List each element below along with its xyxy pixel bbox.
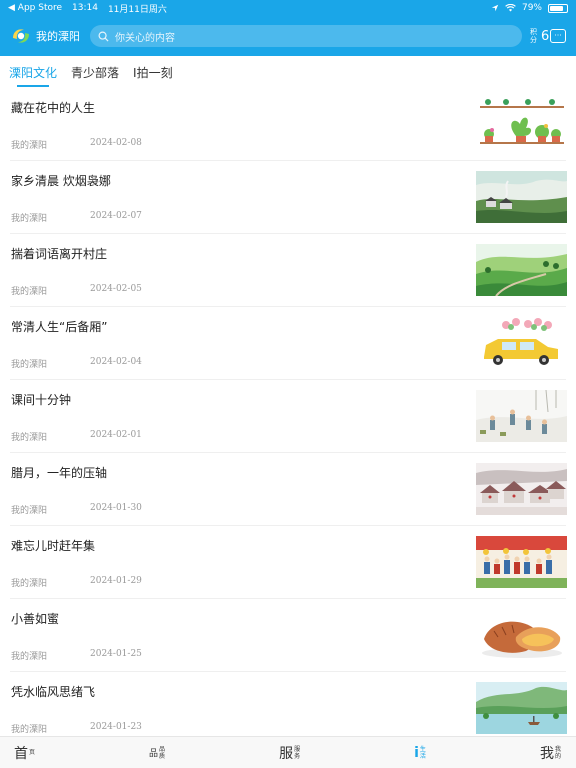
status-bar: ◀ App Store 13:14 11月11日周六 79% [0,0,576,16]
article-thumbnail [476,98,567,150]
article-list: 藏在花中的人生 我的溧阳 2024-02-08 家乡清晨 炊烟袅娜 我的溧阳 2… [0,88,576,745]
tabbar-glyph: 品 [149,749,159,759]
article-title: 藏在花中的人生 [11,101,96,115]
tabbar-label: 服务 [294,745,301,760]
article-date: 2024-01-30 [90,503,142,513]
tab-label: 青少部落 [71,65,120,80]
article-title: 腊月，一年的压轴 [11,466,108,480]
category-tabs: 溧阳文化 青少部落 I拍一刻 [0,56,576,88]
article-item[interactable]: 课间十分钟 我的溧阳 2024-02-01 [10,380,567,453]
article-thumbnail [476,244,567,296]
article-source: 我的溧阳 [11,652,48,662]
battery-percent: 79% [521,3,542,13]
article-item[interactable]: 凭水临风思绪飞 我的溧阳 2024-01-23 [10,672,567,745]
back-to-app-store[interactable]: ◀ App Store [8,3,62,13]
tab-2[interactable]: I拍一刻 [133,56,173,88]
points-label: 积分 [530,28,537,44]
article-title: 凭水临风思绪飞 [11,685,96,699]
tabbar-home[interactable]: 首 页 [14,743,36,763]
article-title: 课间十分钟 [11,393,72,407]
article-date: 2024-02-01 [90,430,142,440]
search-placeholder: 你关心的内容 [115,32,175,44]
article-item[interactable]: 常清人生“后备厢” 我的溧阳 2024-02-04 [10,307,567,380]
tabbar-label: 我的 [554,745,561,760]
tabbar-glyph: i [414,744,419,761]
article-date: 2024-02-08 [90,138,142,148]
article-thumbnail [476,536,567,588]
article-item[interactable]: 腊月，一年的压轴 我的溧阳 2024-01-30 [10,453,567,526]
article-title: 家乡清晨 炊烟袅娜 [11,174,111,188]
wifi-icon [505,4,516,12]
article-item[interactable]: 揣着词语离开村庄 我的溧阳 2024-02-05 [10,234,567,307]
article-thumbnail [476,171,567,223]
article-item[interactable]: 小善如蜜 我的溧阳 2024-01-25 [10,599,567,672]
article-date: 2024-02-04 [90,357,142,367]
tabbar-mine[interactable]: 我 我的 [540,743,562,763]
tabbar-quality[interactable]: 品 品质 [149,746,166,760]
article-date: 2024-01-23 [90,722,142,732]
tabbar-glyph: 我 [539,745,554,762]
bottom-tab-bar: 首 页 品 品质 服 服务 i 生活 我 我的 [0,736,576,768]
app-logo [10,25,32,47]
article-thumbnail [476,390,567,442]
tabbar-glyph: 服 [279,745,294,762]
status-date: 11月11日周六 [107,4,167,15]
article-source: 我的溧阳 [11,506,48,516]
article-date: 2024-02-05 [90,284,142,294]
tab-label: 溧阳文化 [9,65,58,80]
article-title: 常清人生“后备厢” [11,320,108,334]
article-title: 揣着词语离开村庄 [11,247,108,261]
article-thumbnail [476,609,567,661]
article-thumbnail [476,463,567,515]
tabbar-label: 生活 [419,745,426,760]
tabbar-service[interactable]: 服 服务 [279,743,301,763]
tab-label: I拍一刻 [133,65,173,80]
search-icon [98,31,109,42]
points-value: 6 [541,28,550,44]
article-title: 小善如蜜 [11,612,60,626]
top-header: 我的溧阳 你关心的内容 积分 6 ··· [0,16,576,56]
article-source: 我的溧阳 [11,725,48,735]
tab-0[interactable]: 溧阳文化 [9,56,57,88]
tabbar-glyph: 首 [14,745,28,762]
tabbar-label: 页 [29,749,36,756]
article-source: 我的溧阳 [11,141,48,151]
points-display[interactable]: 积分 6 [530,28,549,44]
article-date: 2024-01-25 [90,649,142,659]
article-source: 我的溧阳 [11,287,48,297]
article-source: 我的溧阳 [11,360,48,370]
article-source: 我的溧阳 [11,433,48,443]
search-bar[interactable]: 你关心的内容 [90,25,522,47]
battery-icon [548,3,568,13]
article-item[interactable]: 家乡清晨 炊烟袅娜 我的溧阳 2024-02-07 [10,161,567,234]
article-item[interactable]: 难忘儿时赶年集 我的溧阳 2024-01-29 [10,526,567,599]
message-icon[interactable]: ··· [550,29,566,43]
tab-1[interactable]: 青少部落 [71,56,119,88]
status-time: 13:14 [72,3,98,13]
article-thumbnail [476,317,567,369]
article-date: 2024-01-29 [90,576,142,586]
tabbar-life[interactable]: i 生活 [414,745,427,761]
article-item[interactable]: 藏在花中的人生 我的溧阳 2024-02-08 [10,88,567,161]
article-date: 2024-02-07 [90,211,142,221]
article-source: 我的溧阳 [11,579,48,589]
tabbar-label: 品质 [159,745,166,760]
article-source: 我的溧阳 [11,214,48,224]
article-title: 难忘儿时赶年集 [11,539,96,553]
article-thumbnail [476,682,567,734]
app-title: 我的溧阳 [36,30,80,43]
location-icon [491,4,499,12]
